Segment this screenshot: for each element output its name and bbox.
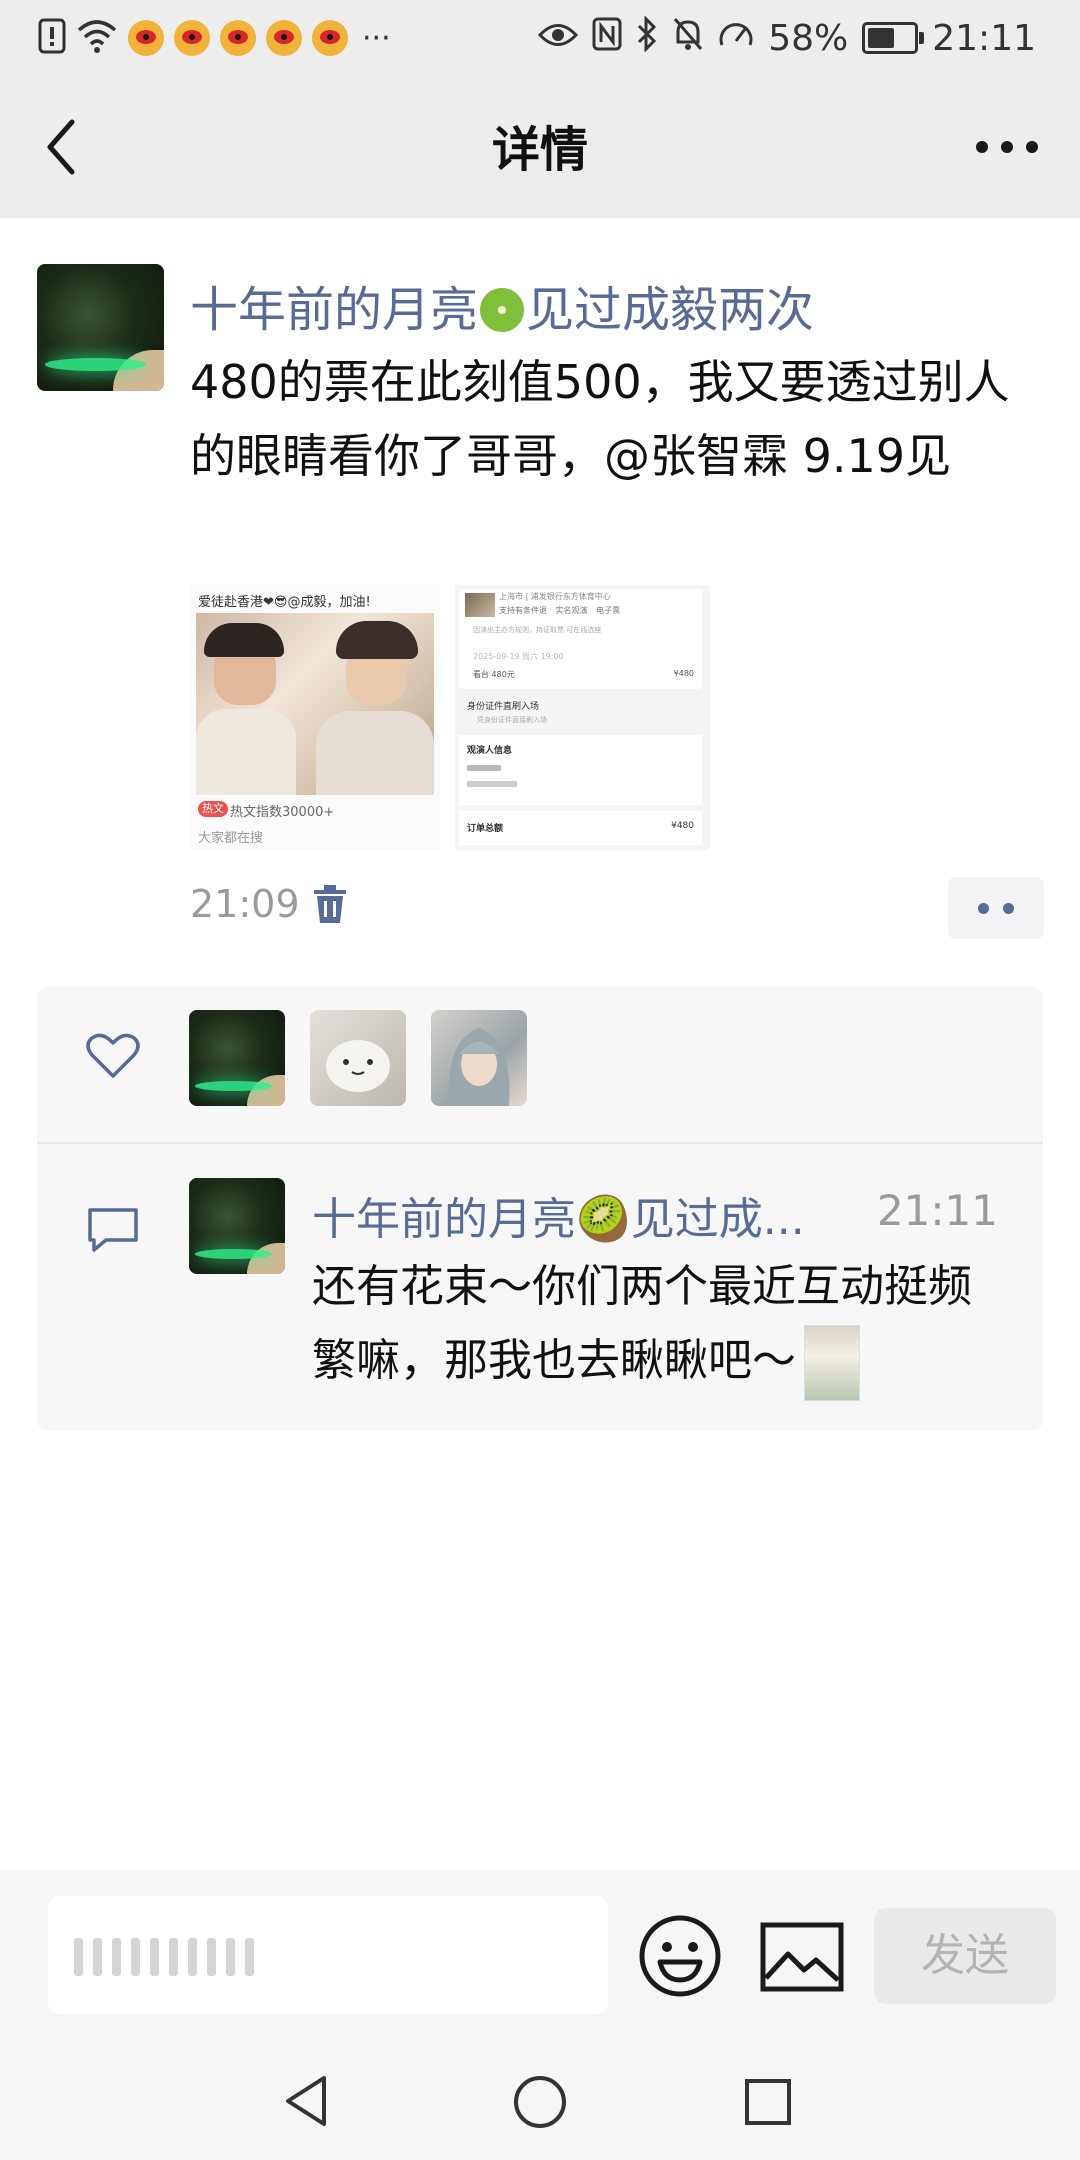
viewer-label: 观演人信息 — [467, 746, 513, 756]
tag: 支持有条件退 — [499, 606, 547, 615]
send-button[interactable]: 发送 — [874, 1908, 1056, 2004]
page-title: 详情 — [491, 122, 588, 178]
eye-icon — [538, 18, 579, 59]
nav-back-triangle-icon[interactable] — [282, 2074, 330, 2132]
weibo-notification-icon — [220, 20, 256, 56]
tag: 电子票 — [596, 606, 621, 615]
battery-percentage: 58% — [768, 17, 849, 59]
post-image-1[interactable]: 爱徒赴香港❤😎@成毅，加油! 热文 热文指数30000+ 大家都在搜 — [190, 585, 440, 850]
poster-avatar[interactable] — [37, 264, 164, 391]
ticket-notice: 因演出主办方规则，持证取票 可在线选座 — [473, 626, 602, 634]
more-options-button[interactable] — [972, 122, 1042, 172]
viewer-redacted — [467, 765, 501, 771]
status-bar-left: ··· — [38, 14, 391, 62]
nfc-icon — [592, 17, 622, 60]
mute-bell-icon — [672, 16, 704, 61]
sim-alert-icon — [38, 18, 66, 58]
comment-time: 21:11 — [876, 1186, 998, 1235]
image-footer: 大家都在搜 — [198, 831, 264, 846]
comment-text-content: 还有花束～你们两个最近互动挺频繁嘛，那我也去瞅瞅吧～ — [312, 1261, 972, 1386]
more-notifications-indicator: ··· — [362, 20, 391, 56]
dot — [978, 903, 989, 914]
wifi-icon — [76, 18, 118, 58]
status-bar-right: 58% 21:11 — [538, 14, 1036, 62]
entry-method: 身份证件直刷入场 — [467, 702, 540, 712]
sticker-image[interactable] — [804, 1325, 860, 1401]
commenter-username[interactable]: 十年前的月亮🥝见过成... — [312, 1183, 805, 1247]
delete-trash-icon[interactable] — [312, 884, 348, 924]
username-text: 十年前的月亮 — [190, 282, 479, 338]
poster-username[interactable]: 十年前的月亮 见过成毅两次 — [190, 270, 814, 340]
dot — [1003, 903, 1014, 914]
total-card: 订单总额 ¥480 — [459, 811, 702, 845]
post-time: 21:09 — [190, 882, 300, 926]
panel-divider — [37, 1142, 1043, 1144]
total-label: 订单总额 — [467, 824, 504, 834]
battery-icon — [862, 22, 925, 54]
heart-icon — [86, 1032, 140, 1084]
image-caption: 爱徒赴香港❤😎@成毅，加油! — [198, 595, 371, 610]
weibo-notification-icon — [266, 20, 302, 56]
weibo-notification-icon — [174, 20, 210, 56]
comment-like-menu-button[interactable] — [948, 877, 1044, 939]
venue-text: 上海市 | 浦发银行东方体育中心 — [499, 592, 611, 601]
ticket-price: ¥480 — [673, 669, 694, 678]
ticket-card: 上海市 | 浦发银行东方体育中心 支持有条件退 实名观演 电子票 因演出主办方规… — [459, 589, 702, 689]
emoji-button[interactable] — [638, 1914, 722, 2002]
ticket-label: 看台 480元 — [473, 670, 515, 679]
speed-gauge-icon — [718, 17, 754, 60]
kiwi-emoji-icon — [480, 288, 525, 332]
nav-recents-square-icon[interactable] — [744, 2078, 792, 2130]
liker-avatar[interactable] — [431, 1010, 527, 1106]
comment-icon — [86, 1206, 140, 1258]
viewer-card: 观演人信息 — [459, 735, 702, 805]
venue-thumb — [465, 593, 495, 617]
ticket-date: 2025-09-19 周六 19:00 — [473, 652, 564, 661]
hot-index: 热文指数30000+ — [230, 805, 335, 820]
hot-badge: 热文 — [198, 801, 228, 817]
viewer-redacted — [467, 781, 517, 787]
weibo-notification-icon — [312, 20, 348, 56]
comment-input[interactable] — [48, 1896, 608, 2014]
total-value: ¥480 — [671, 821, 694, 831]
comment-text: 还有花束～你们两个最近互动挺频繁嘛，那我也去瞅瞅吧～ — [312, 1250, 1012, 1401]
post-image-2[interactable]: 上海市 | 浦发银行东方体育中心 支持有条件退 实名观演 电子票 因演出主办方规… — [455, 585, 710, 850]
nav-home-circle-icon[interactable] — [512, 2074, 568, 2134]
weibo-notification-icon — [128, 20, 164, 56]
username-text: 见过成毅两次 — [526, 282, 815, 338]
photo-two-men — [196, 613, 434, 795]
ticket-tags: 支持有条件退 实名观演 电子票 — [499, 605, 620, 616]
entry-sub: 凭身份证件直接刷入场 — [477, 716, 547, 724]
battery-fill — [868, 28, 894, 48]
blurred-draft-text — [74, 1938, 254, 1976]
liker-avatar[interactable] — [310, 1010, 406, 1106]
post-text: 480的票在此刻值500，我又要透过别人的眼睛看你了哥哥，@张智霖 9.19见 — [190, 355, 1010, 483]
commenter-avatar[interactable] — [189, 1178, 285, 1274]
image-button[interactable] — [760, 1922, 844, 1996]
bluetooth-icon — [636, 14, 658, 61]
liker-avatar[interactable] — [189, 1010, 285, 1106]
clock: 21:11 — [932, 17, 1036, 59]
tag: 实名观演 — [555, 606, 588, 615]
